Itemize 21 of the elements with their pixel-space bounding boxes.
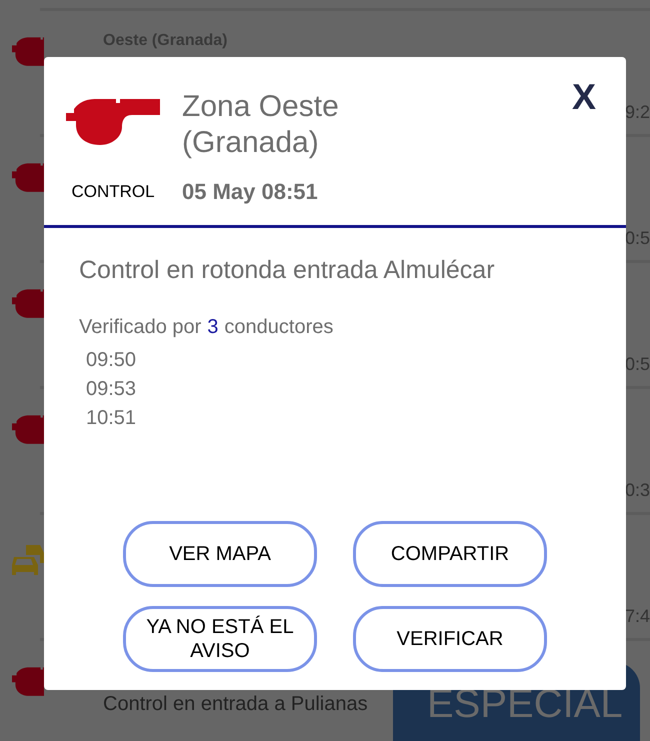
action-button[interactable]: VERIFICAR (353, 606, 547, 672)
verified-label: Verificado por (79, 314, 202, 340)
verified-label: conductores (224, 314, 334, 340)
category-label: CONTROL (71, 181, 155, 203)
action-button[interactable]: YA NO ESTÁ EL AVISO (123, 606, 317, 672)
close-button[interactable]: X (572, 79, 596, 115)
whistle-icon (12, 413, 44, 444)
verification-time: 09:50 (86, 348, 138, 372)
dialog-title: Zona Oeste (Granada) (182, 89, 340, 161)
verified-count: 3 (207, 314, 218, 340)
whistle-icon (12, 665, 44, 696)
verification-time: 10:51 (86, 406, 138, 430)
description-text: Control en rotonda entrada Almulécar (79, 255, 496, 286)
verification-time: 09:53 (86, 376, 138, 402)
action-button[interactable]: VER MAPA (123, 521, 317, 587)
date-text: 05 May 08:51 (182, 178, 319, 206)
whistle-icon (12, 161, 44, 192)
whistle-icon (12, 287, 44, 318)
whistle-icon (12, 35, 44, 66)
banner-text: ESPECIAL (427, 684, 624, 724)
action-button[interactable]: COMPARTIR (353, 521, 547, 587)
